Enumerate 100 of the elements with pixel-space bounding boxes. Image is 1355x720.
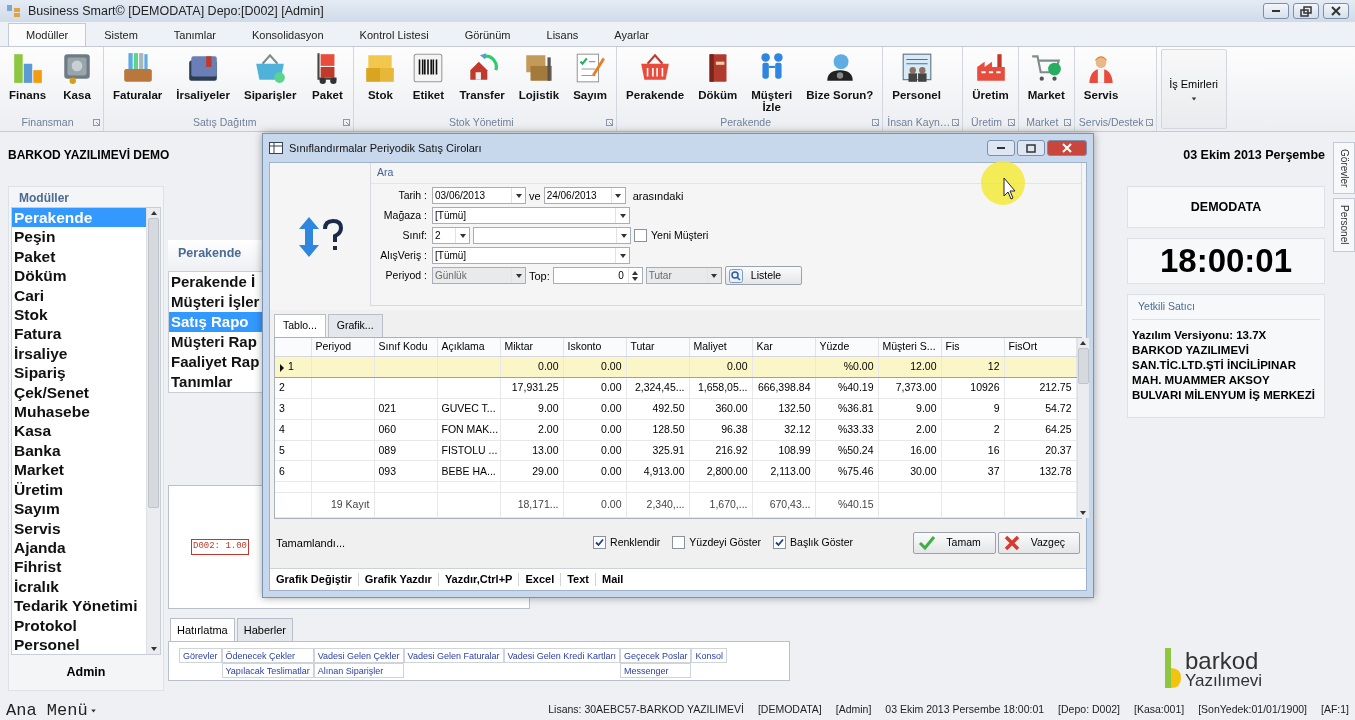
minimize-button[interactable]: [987, 140, 1015, 156]
reminder-link[interactable]: Vadesi Gelen Kredi Kartları: [503, 648, 620, 664]
reminder-link[interactable]: Konsol: [691, 648, 727, 664]
ribbon-button[interactable]: Sayım: [567, 51, 614, 101]
ok-button[interactable]: Tamam: [913, 531, 996, 554]
module-item[interactable]: Cari: [12, 285, 146, 306]
class-field[interactable]: 2: [432, 227, 470, 245]
module-item[interactable]: Paket: [12, 246, 146, 267]
ribbon-button[interactable]: Kasa: [54, 51, 101, 101]
ribbon-button[interactable]: Bize Sorun?: [800, 51, 880, 101]
module-item[interactable]: Döküm: [12, 266, 146, 286]
store-field[interactable]: [Tümü]: [432, 207, 630, 225]
main-menu-button[interactable]: Ana Menü: [0, 701, 103, 720]
module-item[interactable]: Banka: [12, 440, 146, 461]
module-item[interactable]: Üretim: [12, 479, 146, 500]
report-item[interactable]: Müşteri Rap: [169, 331, 262, 352]
checkbox[interactable]: [593, 536, 607, 550]
ribbon-tab[interactable]: Lisans: [528, 22, 597, 46]
module-item[interactable]: Sayım: [12, 499, 146, 519]
module-item[interactable]: Servis: [12, 518, 146, 538]
ribbon-button[interactable]: Paket: [304, 51, 351, 101]
module-item[interactable]: İrsaliye: [12, 343, 146, 364]
report-item[interactable]: Müşteri İşler: [169, 291, 262, 312]
module-item[interactable]: Market: [12, 460, 146, 480]
ribbon-tab[interactable]: Modüller: [8, 22, 87, 46]
checkbox[interactable]: [672, 536, 686, 550]
ribbon-button[interactable]: Perakende: [620, 51, 691, 101]
menu-item[interactable]: Grafik Yazdır: [358, 573, 439, 586]
module-item[interactable]: Çek/Senet: [12, 382, 146, 403]
table-row[interactable]: 3 021 GUVEC T... 9.00 0.00 492.50 360.00 132.50 %36.81 9.00 9 54.72: [275, 398, 1076, 420]
ribbon-tab[interactable]: Ayarlar: [596, 22, 667, 46]
ribbon-tab[interactable]: Kontrol Listesi: [341, 22, 447, 46]
table-row[interactable]: 1 0.00 0.00 0.00 %0.00 12.00 12: [275, 356, 1076, 378]
ribbon-button[interactable]: İrsaliyeler: [170, 51, 236, 101]
top-spinner-field[interactable]: 0: [552, 267, 643, 285]
ribbon-button[interactable]: Müşteri İzle: [745, 51, 799, 113]
module-item[interactable]: Ajanda: [12, 537, 146, 558]
side-tab[interactable]: Görevler: [1333, 142, 1355, 195]
tab[interactable]: Tablo...: [274, 314, 326, 337]
scrollbar[interactable]: [146, 208, 160, 654]
reminder-link[interactable]: Geçecek Poslar: [619, 648, 692, 664]
list-button[interactable]: Listele: [724, 266, 803, 286]
ribbon-button[interactable]: Personel: [886, 51, 947, 101]
module-item[interactable]: Personel: [12, 634, 146, 654]
ribbon-button[interactable]: Servis: [1077, 51, 1125, 101]
minimize-button[interactable]: [1263, 3, 1289, 19]
menu-item[interactable]: Grafik Değiştir: [270, 573, 359, 586]
menu-item[interactable]: Text: [561, 573, 596, 586]
reminder-link[interactable]: Ödenecek Çekler: [221, 648, 314, 664]
ribbon-button[interactable]: Faturalar: [107, 51, 169, 101]
report-item[interactable]: Faaliyet Rap: [169, 351, 262, 372]
date-field[interactable]: 03/06/2013: [432, 187, 526, 205]
shopping-field[interactable]: [Tümü]: [432, 247, 630, 265]
scroll-thumb[interactable]: [148, 218, 159, 508]
module-item[interactable]: Fatura: [12, 324, 146, 344]
ribbon-button[interactable]: Market: [1021, 51, 1071, 101]
module-item[interactable]: Peşin: [12, 227, 146, 247]
menu-item[interactable]: Mail: [596, 573, 630, 586]
ribbon-button[interactable]: Finans: [3, 51, 53, 101]
class-combo-field[interactable]: [473, 227, 631, 245]
ribbon-button[interactable]: Döküm: [692, 51, 744, 101]
checkbox[interactable]: [634, 229, 647, 243]
ribbon-tab[interactable]: Konsolidasyon: [234, 22, 342, 46]
ribbon-tab[interactable]: Sistem: [86, 22, 156, 46]
menu-item[interactable]: Excel: [519, 573, 562, 586]
side-tab[interactable]: Personel: [1333, 198, 1355, 252]
table-row[interactable]: 5 089 FISTOLU ... 13.00 0.00 325.91 216.92 108.99 %50.24 16.00 16 20.37: [275, 440, 1076, 461]
close-button[interactable]: [1323, 3, 1349, 19]
reminder-link[interactable]: Yapılacak Teslimatlar: [221, 663, 314, 679]
module-item[interactable]: Sipariş: [12, 363, 146, 383]
table-row[interactable]: 4 060 FON MAK... 2.00 0.00 128.50 96.38 32.12 %33.33 2.00 2 64.25: [275, 419, 1076, 441]
table-row[interactable]: 6 093 BEBE HA... 29.00 0.00 4,913.00 2,800.00 2,113.00 %75.46 30.00 37 132.78: [275, 460, 1076, 482]
reminder-link[interactable]: Görevler: [179, 648, 222, 664]
module-item[interactable]: Kasa: [12, 421, 146, 441]
tab[interactable]: Haberler: [236, 617, 293, 642]
scroll-thumb[interactable]: [1077, 347, 1089, 384]
ribbon-tab[interactable]: Tanımlar: [155, 22, 234, 46]
reminder-link[interactable]: Vadesi Gelen Çekler: [313, 648, 404, 664]
ribbon-tab[interactable]: Görünüm: [446, 22, 529, 46]
tab[interactable]: Grafik...: [327, 314, 383, 337]
report-item[interactable]: Perakende İ: [169, 271, 262, 292]
cancel-button[interactable]: Vazgeç: [997, 531, 1080, 554]
maximize-button[interactable]: [1017, 140, 1045, 156]
module-item[interactable]: Fihrist: [12, 557, 146, 577]
table-row[interactable]: 2 17,931.25 0.00 2,324,45... 1,658,05... 666,398.84 %40.19 7,373.00 10926 212.75: [275, 377, 1076, 399]
reminder-link[interactable]: Messenger: [619, 663, 692, 679]
date-field[interactable]: 24/06/2013: [543, 187, 626, 205]
module-item[interactable]: İcralık: [12, 576, 146, 597]
ribbon-button[interactable]: Etiket: [405, 51, 452, 101]
ribbon-button[interactable]: Stok: [357, 51, 404, 101]
ribbon-button[interactable]: Lojistik: [512, 51, 566, 101]
reminder-link[interactable]: Alınan Siparişler: [313, 663, 404, 679]
tab[interactable]: Hatırlatma: [170, 617, 235, 642]
ribbon-button[interactable]: Transfer: [453, 51, 511, 101]
report-item[interactable]: Tanımlar: [169, 371, 262, 392]
module-item[interactable]: Stok: [12, 305, 146, 325]
ribbon-button[interactable]: Siparişler: [238, 51, 303, 101]
module-item[interactable]: Protokol: [12, 615, 146, 635]
module-item[interactable]: Muhasebe: [12, 402, 146, 422]
ribbon-button[interactable]: Üretim: [966, 51, 1015, 101]
